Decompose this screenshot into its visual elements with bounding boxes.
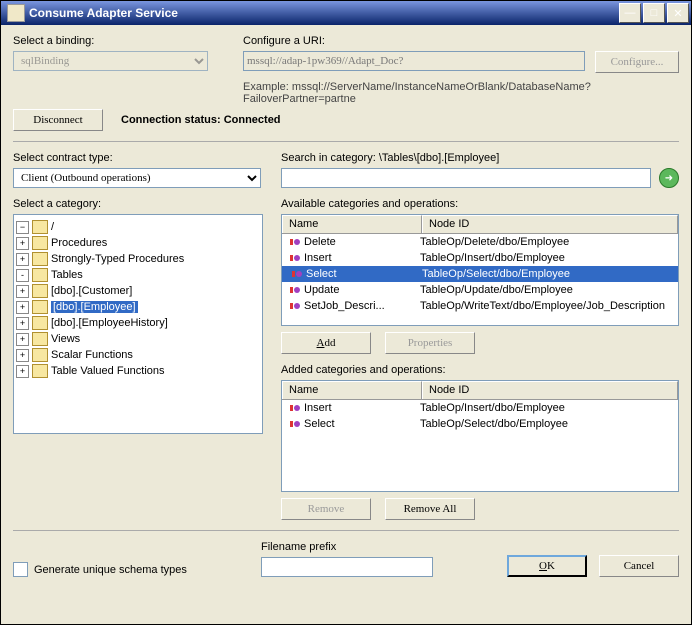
expander-icon[interactable]: + bbox=[16, 285, 29, 298]
tree-item[interactable]: [dbo].[EmployeeHistory] bbox=[51, 317, 168, 329]
folder-icon bbox=[32, 252, 48, 266]
operation-icon bbox=[288, 300, 300, 312]
folder-icon bbox=[32, 268, 48, 282]
list-row[interactable]: InsertTableOp/Insert/dbo/Employee bbox=[282, 400, 678, 416]
col-nodeid[interactable]: Node ID bbox=[422, 215, 678, 233]
conn-status-value: Connected bbox=[224, 114, 281, 126]
expander-icon[interactable]: + bbox=[16, 317, 29, 330]
operation-icon bbox=[288, 252, 300, 264]
tree-item-selected[interactable]: [dbo].[Employee] bbox=[51, 301, 138, 313]
expander-icon[interactable]: − bbox=[16, 221, 29, 234]
list-row[interactable]: DeleteTableOp/Delete/dbo/Employee bbox=[282, 234, 678, 250]
ok-button[interactable]: OK bbox=[507, 555, 587, 577]
category-tree-label: Select a category: bbox=[13, 198, 261, 210]
expander-icon[interactable]: + bbox=[16, 301, 29, 314]
title-bar: Consume Adapter Service — □ ✕ bbox=[1, 1, 691, 25]
tree-item[interactable]: Procedures bbox=[51, 237, 107, 249]
folder-icon bbox=[32, 332, 48, 346]
folder-icon bbox=[32, 364, 48, 378]
tree-item[interactable]: Tables bbox=[51, 269, 83, 281]
col-name[interactable]: Name bbox=[282, 215, 422, 233]
folder-icon bbox=[32, 220, 48, 234]
cancel-button[interactable]: Cancel bbox=[599, 555, 679, 577]
expander-icon[interactable]: + bbox=[16, 237, 29, 250]
expander-icon[interactable]: + bbox=[16, 333, 29, 346]
search-label: Search in category: \Tables\[dbo].[Emplo… bbox=[281, 152, 679, 164]
dialog-window: Consume Adapter Service — □ ✕ Select a b… bbox=[0, 0, 692, 625]
remove-all-button[interactable]: Remove All bbox=[385, 498, 475, 520]
tree-root[interactable]: / bbox=[51, 221, 54, 233]
available-label: Available categories and operations: bbox=[281, 198, 679, 210]
binding-select[interactable]: sqlBinding bbox=[13, 51, 208, 71]
contract-select[interactable]: Client (Outbound operations) bbox=[13, 168, 261, 188]
binding-label: Select a binding: bbox=[13, 35, 223, 47]
list-row[interactable]: SelectTableOp/Select/dbo/Employee bbox=[282, 416, 678, 432]
add-button[interactable]: AAdddd bbox=[281, 332, 371, 354]
tree-item[interactable]: Scalar Functions bbox=[51, 349, 133, 361]
uri-example: Example: mssql://ServerName/InstanceName… bbox=[243, 81, 679, 105]
expander-icon[interactable]: + bbox=[16, 365, 29, 378]
remove-button[interactable]: Remove bbox=[281, 498, 371, 520]
operation-icon bbox=[288, 284, 300, 296]
checkbox-icon[interactable] bbox=[13, 562, 28, 577]
tree-item[interactable]: Strongly-Typed Procedures bbox=[51, 253, 184, 265]
gen-unique-checkbox[interactable]: Generate unique schema types bbox=[13, 562, 261, 577]
expander-icon[interactable]: + bbox=[16, 253, 29, 266]
uri-label: Configure a URI: bbox=[243, 35, 679, 47]
close-button[interactable]: ✕ bbox=[667, 3, 689, 23]
operation-icon bbox=[290, 268, 302, 280]
folder-icon bbox=[32, 284, 48, 298]
operation-icon bbox=[288, 236, 300, 248]
list-row[interactable]: UpdateTableOp/Update/dbo/Employee bbox=[282, 282, 678, 298]
search-go-icon[interactable]: ➜ bbox=[659, 168, 679, 188]
category-tree[interactable]: − / + Procedures + Strongly-Typed Procedure… bbox=[13, 214, 263, 434]
minimize-button[interactable]: — bbox=[619, 3, 641, 23]
tree-item[interactable]: Views bbox=[51, 333, 80, 345]
folder-icon bbox=[32, 348, 48, 362]
properties-button[interactable]: Properties bbox=[385, 332, 475, 354]
operation-icon bbox=[288, 402, 300, 414]
window-title: Consume Adapter Service bbox=[29, 6, 619, 20]
contract-label: Select contract type: bbox=[13, 152, 261, 164]
configure-button[interactable]: Configure... bbox=[595, 51, 679, 73]
list-row[interactable]: InsertTableOp/Insert/dbo/Employee bbox=[282, 250, 678, 266]
folder-icon bbox=[32, 236, 48, 250]
folder-icon bbox=[32, 316, 48, 330]
filename-prefix-label: Filename prefix bbox=[261, 541, 507, 553]
list-row[interactable]: SetJob_Descri...TableOp/WriteText/dbo/Em… bbox=[282, 298, 678, 314]
tree-item[interactable]: Table Valued Functions bbox=[51, 365, 165, 377]
filename-prefix-input[interactable] bbox=[261, 557, 433, 577]
tree-item[interactable]: [dbo].[Customer] bbox=[51, 285, 132, 297]
maximize-button[interactable]: □ bbox=[643, 3, 665, 23]
col-name[interactable]: Name bbox=[282, 381, 422, 399]
added-list[interactable]: Name Node ID InsertTableOp/Insert/dbo/Em… bbox=[281, 380, 679, 492]
app-icon bbox=[7, 4, 25, 22]
operation-icon bbox=[288, 418, 300, 430]
expander-icon[interactable]: - bbox=[16, 269, 29, 282]
available-list[interactable]: Name Node ID DeleteTableOp/Delete/dbo/Em… bbox=[281, 214, 679, 326]
expander-icon[interactable]: + bbox=[16, 349, 29, 362]
list-row-selected[interactable]: SelectTableOp/Select/dbo/Employee bbox=[282, 266, 678, 282]
conn-status-label: Connection status: bbox=[121, 114, 221, 126]
uri-input[interactable] bbox=[243, 51, 585, 71]
col-nodeid[interactable]: Node ID bbox=[422, 381, 678, 399]
folder-icon bbox=[32, 300, 48, 314]
search-input[interactable] bbox=[281, 168, 651, 188]
disconnect-button[interactable]: Disconnect bbox=[13, 109, 103, 131]
added-label: Added categories and operations: bbox=[281, 364, 679, 376]
